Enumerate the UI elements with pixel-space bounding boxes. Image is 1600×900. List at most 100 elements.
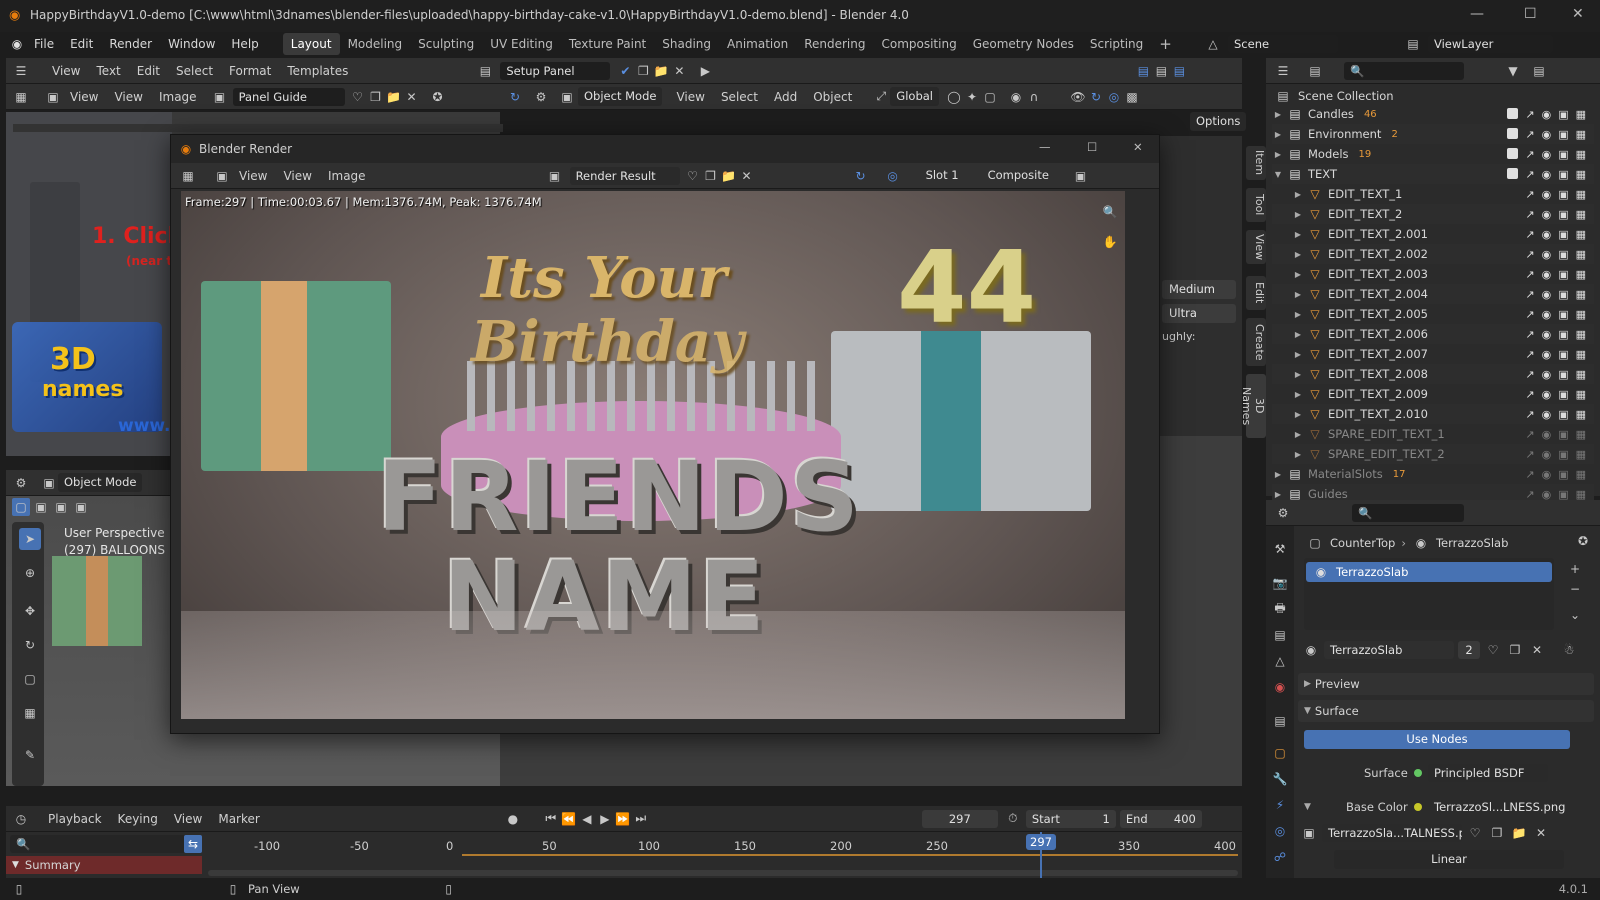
collapsed-arrow-icon[interactable]: ▶ — [1292, 190, 1304, 199]
eye-icon[interactable]: ◉ — [1542, 308, 1552, 321]
render-tab-icon[interactable]: 📷 — [1271, 574, 1289, 592]
open-text-icon[interactable]: 📁 — [652, 62, 670, 80]
render-camera-icon[interactable]: ▦ — [1576, 128, 1586, 141]
text-datablock-icon[interactable]: ▤ — [476, 62, 494, 80]
image-menu-view[interactable]: View — [62, 84, 106, 110]
properties-search-input[interactable]: 🔍 — [1352, 503, 1464, 522]
text-menu-edit[interactable]: Edit — [129, 58, 168, 84]
overlays-icon[interactable]: ◎ — [1105, 88, 1123, 106]
editor-type-icon[interactable]: ⚙ — [1274, 504, 1292, 522]
render-camera-icon[interactable]: ▦ — [1576, 348, 1586, 361]
outliner-row[interactable]: ▶ ▽ EDIT_TEXT_2 ↗ ◉ ▣ ▦ — [1272, 204, 1594, 224]
timeline-menu-view[interactable]: View — [166, 806, 210, 832]
viewport-disable-icon[interactable]: ▣ — [1558, 388, 1568, 401]
word-wrap-icon[interactable]: ▤ — [1152, 62, 1170, 80]
selectable-icon[interactable]: ↗ — [1525, 288, 1534, 301]
editor-type-icon[interactable]: ▦ — [12, 88, 30, 106]
outliner-row[interactable]: ▶ ▽ EDIT_TEXT_2.007 ↗ ◉ ▣ ▦ — [1272, 344, 1594, 364]
eye-icon[interactable]: ◉ — [1542, 108, 1552, 121]
eye-icon[interactable]: ◉ — [1542, 148, 1552, 161]
tab-shading[interactable]: Shading — [654, 33, 719, 55]
viewport-disable-icon[interactable]: ▣ — [1558, 328, 1568, 341]
fake-user-icon[interactable]: ♡ — [1484, 641, 1502, 659]
viewport-disable-icon[interactable]: ▣ — [1558, 248, 1568, 261]
interpolation-dropdown[interactable]: Linear — [1334, 850, 1564, 869]
select-invert-icon[interactable]: ▣ — [72, 498, 90, 516]
render-camera-icon[interactable]: ▦ — [1576, 188, 1586, 201]
selectable-icon[interactable]: ↗ — [1525, 408, 1534, 421]
editor-type-icon[interactable]: ◷ — [12, 810, 30, 828]
viewport-disable-icon[interactable]: ▣ — [1558, 448, 1568, 461]
eye-icon[interactable]: ◉ — [1542, 468, 1552, 481]
image-name-field[interactable]: Panel Guide — [232, 87, 345, 106]
tab-scripting[interactable]: Scripting — [1082, 33, 1151, 55]
render-camera-icon[interactable]: ▦ — [1576, 468, 1586, 481]
material-slot-item[interactable]: ◉ TerrazzoSlab — [1306, 562, 1552, 582]
display-mode-icon[interactable]: ▤ — [1306, 62, 1324, 80]
render-camera-icon[interactable]: ▦ — [1576, 368, 1586, 381]
sync-icon[interactable]: ⇆ — [184, 835, 202, 853]
tab-sculpting[interactable]: Sculpting — [410, 33, 482, 55]
selectable-icon[interactable]: ↗ — [1525, 188, 1534, 201]
expanded-arrow-icon[interactable]: ▼ — [1272, 170, 1284, 179]
slot-dropdown[interactable]: Slot 1 — [919, 166, 976, 185]
collapsed-arrow-icon[interactable]: ▶ — [1292, 310, 1304, 319]
viewport-disable-icon[interactable]: ▣ — [1558, 148, 1568, 161]
open-image-icon[interactable]: 📁 — [1510, 824, 1528, 842]
snap-target-icon[interactable]: ▢ — [981, 88, 999, 106]
npanel-tab-tool[interactable]: Tool — [1246, 188, 1266, 222]
eye-icon[interactable]: ◉ — [1542, 248, 1552, 261]
npanel-tab-edit[interactable]: Edit — [1246, 276, 1266, 310]
npanel-tab-3d-names[interactable]: 3D Names — [1240, 374, 1266, 438]
pivot-icon[interactable]: ◯ — [945, 88, 963, 106]
pin-icon[interactable]: ✪ — [1574, 532, 1592, 550]
exclude-checkbox[interactable] — [1507, 147, 1519, 159]
collapsed-arrow-icon[interactable]: ▶ — [1292, 230, 1304, 239]
orientation-dropdown[interactable]: Global — [890, 87, 939, 106]
view-layer-field[interactable]: ViewLayer — [1428, 35, 1553, 53]
add-slot-icon[interactable]: + — [1566, 560, 1584, 578]
cursor-tool-icon[interactable]: ⊕ — [19, 562, 41, 584]
scene-selector[interactable]: △ Scene — [1204, 35, 1338, 53]
render-camera-icon[interactable]: ▦ — [1576, 328, 1586, 341]
particles-tab-icon[interactable]: ⚡ — [1271, 796, 1289, 814]
timeline-scrollbar[interactable] — [208, 870, 1238, 876]
eye-icon[interactable]: ◉ — [1542, 328, 1552, 341]
viewport-disable-icon[interactable]: ▣ — [1558, 428, 1568, 441]
outliner-search-input[interactable]: 🔍 — [1344, 61, 1464, 80]
duplicate-material-icon[interactable]: ❐ — [1506, 641, 1524, 659]
timeline-area[interactable]: 🔍 ⇆ ▼ Summary — [6, 832, 1242, 878]
fake-user-icon[interactable]: ✔ — [616, 62, 634, 80]
viewport-disable-icon[interactable]: ▣ — [1558, 228, 1568, 241]
tab-layout[interactable]: Layout — [282, 33, 340, 55]
select-box-tool-icon[interactable]: ➤ — [19, 528, 41, 550]
outliner-row[interactable]: ▼ ▤ TEXT ↗ ◉ ▣ ▦ — [1272, 164, 1594, 184]
image-texture-field[interactable]: TerrazzoSla...TALNESS.png — [1322, 824, 1462, 842]
current-frame-field[interactable]: 297 — [921, 809, 998, 828]
outliner-row[interactable]: ▶ ▤ MaterialSlots 17 ↗ ◉ ▣ ▦ — [1272, 464, 1594, 484]
tab-geometry-nodes[interactable]: Geometry Nodes — [965, 33, 1082, 55]
constraints-tab-icon[interactable]: ☍ — [1271, 848, 1289, 866]
remove-slot-icon[interactable]: − — [1566, 580, 1584, 598]
scene-collection-row[interactable]: ▤ Scene Collection — [1274, 87, 1393, 105]
base-color-field[interactable]: TerrazzoSl...LNESS.png — [1414, 798, 1568, 816]
editor-type-icon[interactable]: ☰ — [1274, 62, 1292, 80]
surface-shader-field[interactable]: Principled BSDF — [1414, 764, 1548, 782]
selectable-icon[interactable]: ↗ — [1525, 128, 1534, 141]
text-menu-view[interactable]: View — [44, 58, 88, 84]
outliner-row[interactable]: ▶ ▤ Environment 2 ↗ ◉ ▣ ▦ — [1272, 124, 1594, 144]
eye-icon[interactable]: ◉ — [1542, 188, 1552, 201]
selectable-icon[interactable]: ↗ — [1525, 328, 1534, 341]
selectable-icon[interactable]: ↗ — [1525, 148, 1534, 161]
xray-icon[interactable]: ▩ — [1123, 88, 1141, 106]
new-collection-icon[interactable]: ▤ — [1530, 62, 1548, 80]
select-subtract-icon[interactable]: ▣ — [52, 498, 70, 516]
eye-icon[interactable]: ◉ — [1542, 408, 1552, 421]
viewport-disable-icon[interactable]: ▣ — [1558, 128, 1568, 141]
menu-window[interactable]: Window — [160, 32, 223, 56]
timeline-search-input[interactable]: 🔍 — [10, 835, 200, 853]
editor-type-icon[interactable]: ▦ — [179, 167, 197, 185]
eye-icon[interactable]: ◉ — [1542, 168, 1552, 181]
material-name-field[interactable]: TerrazzoSlab — [1324, 641, 1454, 659]
viewport-disable-icon[interactable]: ▣ — [1558, 208, 1568, 221]
